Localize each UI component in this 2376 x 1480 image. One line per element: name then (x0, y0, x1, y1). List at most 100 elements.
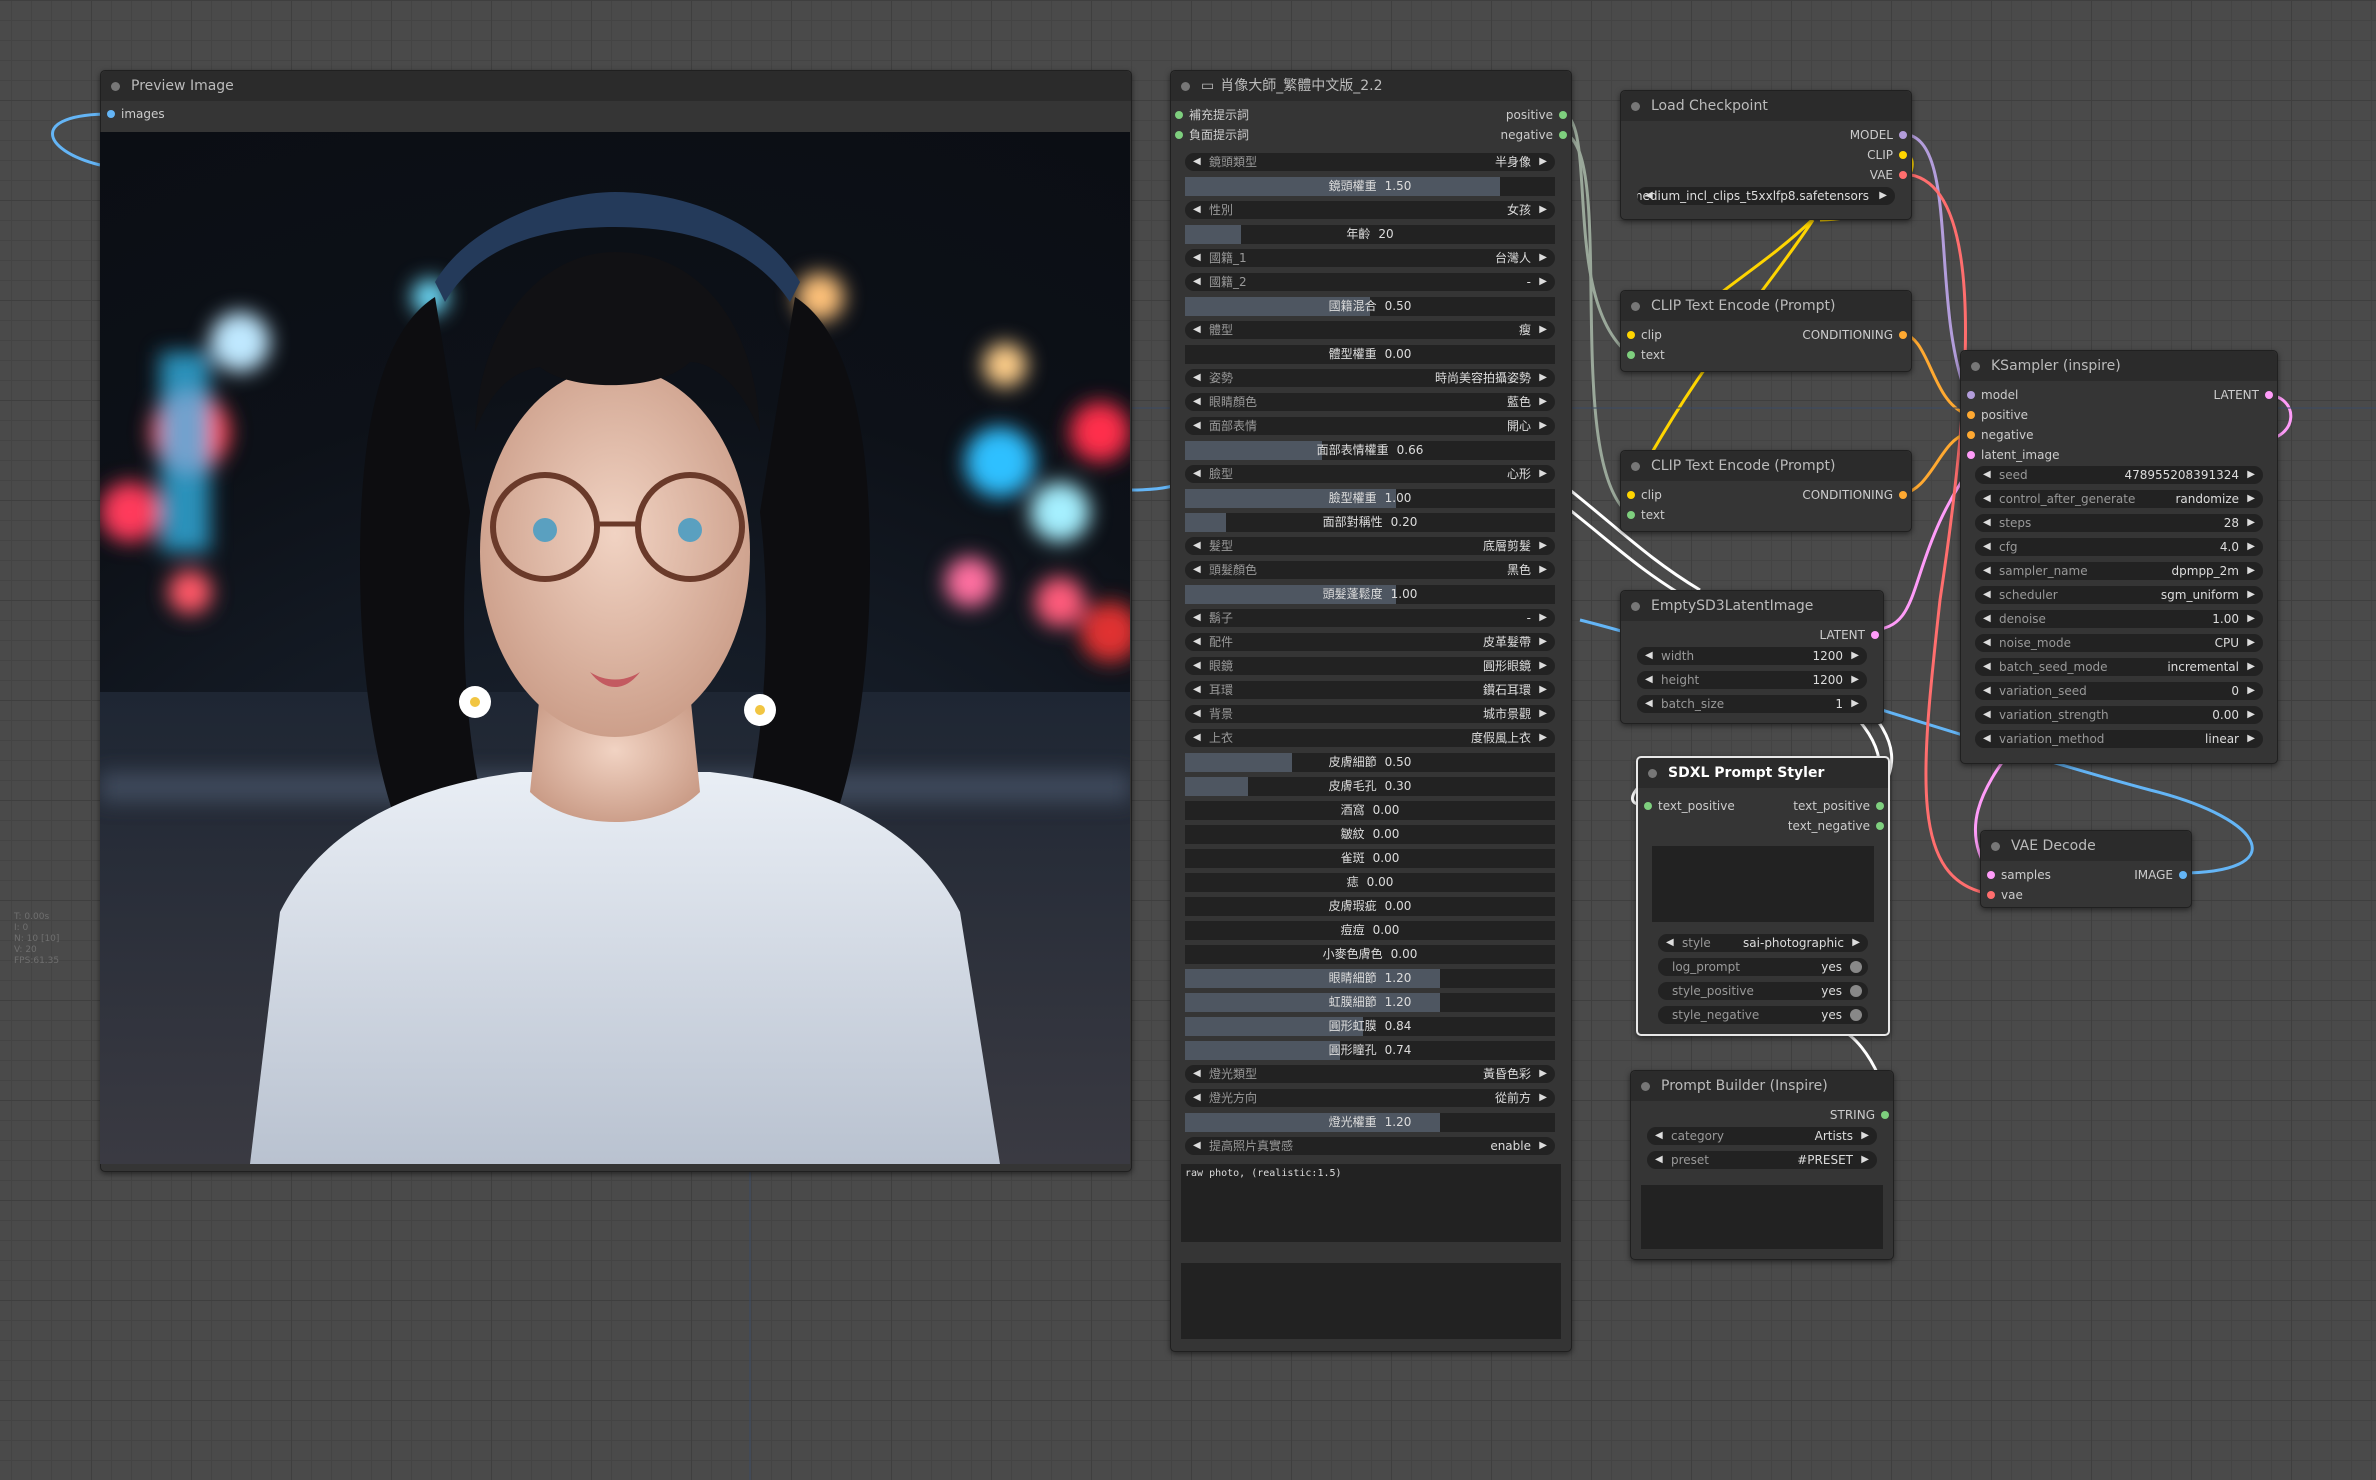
right-arrow-icon[interactable]: ▶ (2247, 706, 2255, 724)
right-arrow-icon[interactable]: ▶ (1861, 1151, 1869, 1169)
portrait-slider-widget[interactable]: 圓形虹膜 0.84 (1185, 1017, 1555, 1036)
negative-prompt-textarea[interactable] (1181, 1263, 1561, 1339)
portrait-slider-widget[interactable]: 皮膚瑕疵 0.00 (1185, 897, 1555, 916)
output-pin-icon[interactable] (1876, 802, 1884, 810)
right-arrow-icon[interactable]: ▶ (2247, 610, 2255, 628)
images-input[interactable]: images (107, 107, 165, 121)
negative-input[interactable]: negative (1967, 428, 2033, 442)
latent-output[interactable]: LATENT (1820, 628, 1879, 642)
right-arrow-icon[interactable]: ▶ (2247, 730, 2255, 748)
right-arrow-icon[interactable]: ▶ (2247, 538, 2255, 556)
right-arrow-icon[interactable]: ▶ (1539, 393, 1547, 411)
right-arrow-icon[interactable]: ▶ (1539, 465, 1547, 483)
left-arrow-icon[interactable]: ◀ (1193, 609, 1201, 627)
text-input[interactable]: text (1627, 508, 1665, 522)
model-output[interactable]: MODEL (1850, 128, 1907, 142)
portrait-slider-widget[interactable]: 酒窩 0.00 (1185, 801, 1555, 820)
collapse-dot-icon[interactable] (1991, 842, 2000, 851)
right-arrow-icon[interactable]: ▶ (2247, 490, 2255, 508)
portrait-combo-widget[interactable]: ◀ 體型瘦 ▶ (1185, 321, 1555, 339)
output-pin-icon[interactable] (1899, 491, 1907, 499)
toggle-knob-icon[interactable] (1850, 985, 1862, 997)
toggle-knob-icon[interactable] (1850, 1009, 1862, 1021)
left-arrow-icon[interactable]: ◀ (1983, 586, 1991, 604)
portrait-combo-widget[interactable]: ◀ 上衣 度假風上衣 ▶ (1185, 729, 1555, 747)
input-pin-icon[interactable] (1627, 491, 1635, 499)
portrait-slider-widget[interactable]: 痘痘 0.00 (1185, 921, 1555, 940)
portrait-slider-widget[interactable]: 臉型權重 1.00 (1185, 489, 1555, 508)
ksampler-seed-widget[interactable]: ◀ seed 478955208391324 ▶ (1975, 466, 2263, 484)
portrait-combo-widget[interactable]: ◀ 耳環 鑽石耳環 ▶ (1185, 681, 1555, 699)
clip-text-encode-node-1[interactable]: CLIP Text Encode (Prompt) clip text COND… (1620, 290, 1912, 372)
output-pin-icon[interactable] (1899, 331, 1907, 339)
portrait-combo-widget[interactable]: ◀ 燈光類型 黃昏色彩 ▶ (1185, 1065, 1555, 1083)
output-pin-icon[interactable] (2179, 871, 2187, 879)
node-title[interactable]: CLIP Text Encode (Prompt) (1621, 291, 1911, 321)
left-arrow-icon[interactable]: ◀ (1193, 1137, 1201, 1155)
node-title[interactable]: ▭ 肖像大師_繁體中文版_2.2 (1171, 71, 1571, 101)
portrait-slider-widget[interactable]: 雀斑 0.00 (1185, 849, 1555, 868)
right-arrow-icon[interactable]: ▶ (1539, 561, 1547, 579)
left-arrow-icon[interactable]: ◀ (1193, 201, 1201, 219)
ksampler-noise-mode-widget[interactable]: ◀ noise_mode CPU ▶ (1975, 634, 2263, 652)
builder-text-area[interactable] (1641, 1185, 1883, 1249)
left-arrow-icon[interactable]: ◀ (1983, 538, 1991, 556)
right-arrow-icon[interactable]: ▶ (2247, 586, 2255, 604)
portrait-slider-widget[interactable]: 眼睛細節 1.20 (1185, 969, 1555, 988)
left-arrow-icon[interactable]: ◀ (1193, 465, 1201, 483)
portrait-slider-widget[interactable]: 年齡 20 (1185, 225, 1555, 244)
portrait-combo-widget[interactable]: ◀ 國籍_2- ▶ (1185, 273, 1555, 291)
supplement-prompt-input[interactable]: 補充提示詞 (1175, 108, 1249, 122)
input-pin-icon[interactable] (1627, 511, 1635, 519)
input-pin-icon[interactable] (1175, 131, 1183, 139)
portrait-slider-widget[interactable]: 皺紋 0.00 (1185, 825, 1555, 844)
left-arrow-icon[interactable]: ◀ (1666, 934, 1674, 952)
text-positive-input[interactable]: text_positive (1644, 799, 1735, 813)
text-negative-output[interactable]: text_negative (1788, 819, 1884, 833)
right-arrow-icon[interactable]: ▶ (1539, 705, 1547, 723)
right-arrow-icon[interactable]: ▶ (1879, 187, 1887, 205)
model-input[interactable]: model (1967, 388, 2018, 402)
left-arrow-icon[interactable]: ◀ (1193, 369, 1201, 387)
portrait-slider-widget[interactable]: 頭髮蓬鬆度 1.00 (1185, 585, 1555, 604)
left-arrow-icon[interactable]: ◀ (1983, 514, 1991, 532)
text-input[interactable]: text (1627, 348, 1665, 362)
right-arrow-icon[interactable]: ▶ (1539, 369, 1547, 387)
node-title[interactable]: CLIP Text Encode (Prompt) (1621, 451, 1911, 481)
style-negative-toggle[interactable]: style_negative yes (1658, 1006, 1868, 1024)
category-combo[interactable]: ◀ category Artists ▶ (1647, 1127, 1877, 1145)
clip-input[interactable]: clip (1627, 328, 1662, 342)
input-pin-icon[interactable] (107, 110, 115, 118)
output-pin-icon[interactable] (1899, 151, 1907, 159)
left-arrow-icon[interactable]: ◀ (1983, 658, 1991, 676)
portrait-slider-widget[interactable]: 圓形瞳孔 0.74 (1185, 1041, 1555, 1060)
left-arrow-icon[interactable]: ◀ (1983, 730, 1991, 748)
portrait-combo-widget[interactable]: ◀ 姿勢 時尚美容拍攝姿勢 ▶ (1185, 369, 1555, 387)
toggle-knob-icon[interactable] (1850, 961, 1862, 973)
left-arrow-icon[interactable]: ◀ (1655, 1151, 1663, 1169)
right-arrow-icon[interactable]: ▶ (1539, 1065, 1547, 1083)
left-arrow-icon[interactable]: ◀ (1645, 671, 1653, 689)
portrait-slider-widget[interactable]: 皮膚細節 0.50 (1185, 753, 1555, 772)
right-arrow-icon[interactable]: ▶ (1851, 695, 1859, 713)
style-positive-toggle[interactable]: style_positive yes (1658, 982, 1868, 1000)
portrait-combo-widget[interactable]: ◀ 鬍子 - ▶ (1185, 609, 1555, 627)
left-arrow-icon[interactable]: ◀ (1193, 273, 1201, 291)
node-title[interactable]: KSampler (inspire) (1961, 351, 2277, 381)
ksampler-control-after-generate-widget[interactable]: ◀ control_after_generate randomize ▶ (1975, 490, 2263, 508)
input-pin-icon[interactable] (1644, 802, 1652, 810)
left-arrow-icon[interactable]: ◀ (1193, 321, 1201, 339)
sdxl-prompt-styler-node[interactable]: SDXL Prompt Styler text_positive text_po… (1636, 756, 1890, 1036)
right-arrow-icon[interactable]: ▶ (1539, 537, 1547, 555)
vae-decode-node[interactable]: VAE Decode samples vae IMAGE (1980, 830, 2192, 908)
input-pin-icon[interactable] (1967, 451, 1975, 459)
right-arrow-icon[interactable]: ▶ (2247, 466, 2255, 484)
ksampler-cfg-widget[interactable]: ◀ cfg 4.0 ▶ (1975, 538, 2263, 556)
right-arrow-icon[interactable]: ▶ (1539, 249, 1547, 267)
style-combo[interactable]: ◀ style sai-photographic ▶ (1658, 934, 1868, 952)
portrait-combo-widget[interactable]: ◀ 眼睛顏色 藍色 ▶ (1185, 393, 1555, 411)
latent-output[interactable]: LATENT (2214, 388, 2273, 402)
left-arrow-icon[interactable]: ◀ (1983, 562, 1991, 580)
right-arrow-icon[interactable]: ▶ (1539, 681, 1547, 699)
left-arrow-icon[interactable]: ◀ (1193, 249, 1201, 267)
